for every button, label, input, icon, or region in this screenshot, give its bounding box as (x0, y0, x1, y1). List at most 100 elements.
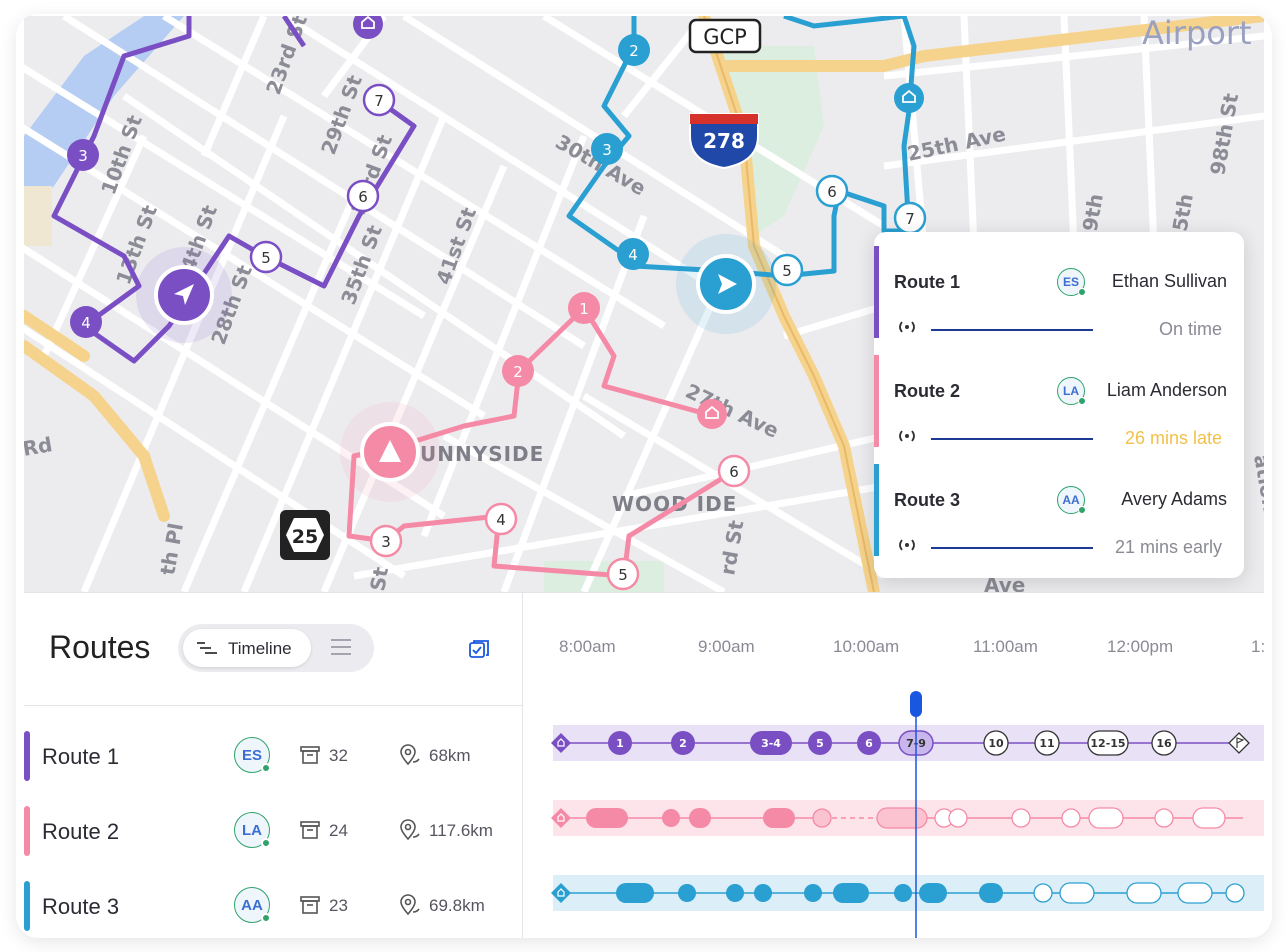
stop-count: 23 (329, 896, 348, 915)
status-row-route-1[interactable]: Route 1 ES Ethan Sullivan On time (874, 246, 1244, 339)
current-time-handle[interactable] (910, 691, 922, 717)
svg-text:3: 3 (602, 141, 612, 159)
svg-text:7: 7 (905, 210, 915, 228)
svg-text:5: 5 (782, 262, 792, 280)
route-color-bar (24, 731, 30, 781)
svg-text:6: 6 (827, 183, 837, 201)
svg-text:5: 5 (261, 249, 271, 267)
svg-text:12-15: 12-15 (1090, 737, 1125, 750)
svg-text:3-4: 3-4 (761, 737, 781, 750)
gcp-label: GCP (703, 25, 747, 49)
online-dot (1078, 506, 1086, 514)
timeline-view-label: Timeline (228, 639, 292, 658)
progress-line (931, 547, 1093, 549)
svg-text:5: 5 (816, 737, 824, 750)
svg-text:2: 2 (629, 42, 639, 60)
driver-name: Avery Adams (1121, 489, 1227, 509)
progress-line (931, 438, 1093, 440)
signal-icon (899, 430, 915, 442)
svg-text:6: 6 (729, 463, 739, 481)
svg-text:4: 4 (628, 246, 638, 264)
package-icon (300, 821, 320, 839)
distance-pin-icon (400, 819, 420, 841)
timeline-icon (197, 642, 217, 654)
route-color-bar (874, 464, 879, 556)
timeline-view-button[interactable]: Timeline (183, 629, 311, 667)
route-color-bar (874, 355, 879, 447)
timeline-canvas[interactable]: 1 2 3-4 5 6 7-9 10 11 12-15 16 (523, 593, 1264, 938)
distance-pin-icon (400, 744, 420, 766)
status-text: 26 mins late (1124, 428, 1222, 448)
avatar: ES (1057, 268, 1086, 296)
route-1-vehicle-icon[interactable] (136, 247, 232, 343)
svg-text:St: St (365, 565, 393, 592)
svg-text:7: 7 (374, 92, 384, 110)
svg-text:2: 2 (679, 737, 687, 750)
route-row-1[interactable]: Route 1 ES 32 68km (24, 731, 522, 791)
status-route-name: Route 2 (894, 381, 961, 401)
svg-text:3: 3 (78, 147, 88, 165)
route-name: Route 2 (42, 819, 120, 844)
route-row-2[interactable]: Route 2 LA 24 117.6km (24, 806, 522, 866)
status-text: 21 mins early (1114, 537, 1222, 557)
avatar: LA (1057, 377, 1086, 405)
page-title: Routes (49, 629, 151, 665)
route-color-bar (24, 806, 30, 856)
airport-label: Airport (1142, 16, 1252, 52)
divider (24, 705, 522, 706)
signal-icon (899, 539, 915, 551)
online-dot (1078, 288, 1086, 296)
route-3-vehicle-icon[interactable] (676, 234, 776, 334)
avatar: ES (234, 737, 271, 773)
package-icon (300, 746, 320, 764)
package-icon (300, 896, 320, 914)
route-3-home-icon[interactable] (894, 83, 924, 113)
svg-text:25: 25 (292, 526, 318, 548)
avatar: AA (234, 887, 271, 923)
online-dot (1078, 397, 1086, 405)
online-dot (261, 913, 271, 923)
route-status-panel: Route 1 ES Ethan Sullivan On time Route … (874, 232, 1244, 578)
route-distance: 68km (429, 746, 471, 765)
driver-name: Liam Anderson (1106, 380, 1227, 400)
route-color-bar (874, 246, 879, 338)
route-name: Route 1 (42, 744, 120, 769)
signal-icon (899, 321, 915, 333)
route-color-bar (24, 881, 30, 931)
stop-count: 24 (329, 821, 348, 840)
avatar: AA (1057, 486, 1086, 514)
avatar: LA (234, 812, 271, 848)
route-2-home-icon[interactable] (697, 399, 727, 429)
timeline[interactable]: 8:00am 9:00am 10:00am 11:00am 12:00pm 1:… (523, 593, 1265, 938)
svg-text:5: 5 (618, 566, 628, 584)
view-toggle: Timeline (178, 624, 374, 672)
routes-panel: Routes Timeline Route 1 ES 32 68km Route… (24, 592, 1265, 938)
route-distance: 117.6km (429, 821, 493, 840)
route-name: Route 3 (42, 894, 120, 919)
route-distance: 69.8km (429, 896, 485, 915)
progress-line (931, 329, 1093, 331)
online-dot (261, 763, 271, 773)
svg-text:6: 6 (358, 188, 368, 206)
status-row-route-3[interactable]: Route 3 AA Avery Adams 21 mins early (874, 464, 1244, 557)
status-text: On time (1158, 319, 1222, 339)
svg-text:6: 6 (865, 737, 873, 750)
distance-pin-icon (400, 894, 420, 916)
svg-text:1: 1 (616, 737, 624, 750)
route-2-vehicle-icon[interactable] (340, 402, 440, 502)
driver-name: Ethan Sullivan (1111, 271, 1227, 291)
status-route-name: Route 3 (894, 490, 961, 510)
status-route-name: Route 1 (894, 272, 961, 292)
svg-text:4: 4 (496, 511, 506, 529)
svg-text:4: 4 (81, 314, 91, 332)
svg-text:3: 3 (381, 533, 391, 551)
check-square-icon[interactable] (468, 639, 490, 661)
woodside-label: WOOD IDE (612, 492, 737, 516)
app-card: 23rd St 29th St 33rd St 35th St 10th St … (16, 14, 1272, 938)
status-row-route-2[interactable]: Route 2 LA Liam Anderson 26 mins late (874, 355, 1244, 448)
stop-count: 32 (329, 746, 348, 765)
list-view-button[interactable] (330, 638, 352, 656)
svg-text:1: 1 (579, 300, 589, 318)
svg-text:11: 11 (1039, 737, 1054, 750)
route-row-3[interactable]: Route 3 AA 23 69.8km (24, 881, 522, 938)
